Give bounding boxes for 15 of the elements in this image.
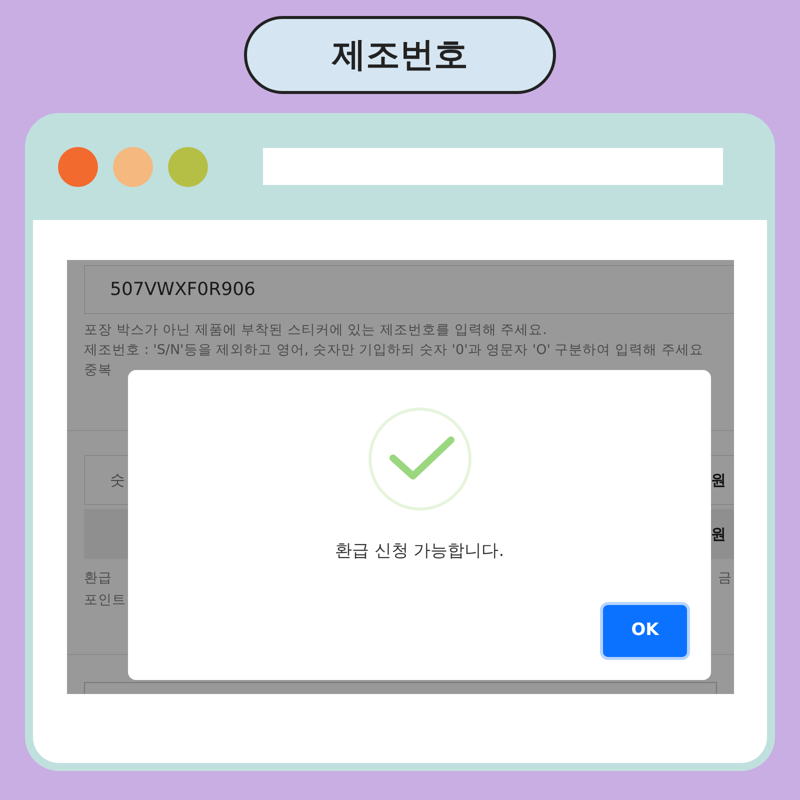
hint-text: 중복 bbox=[84, 361, 113, 380]
serial-field[interactable]: 507VWXF0R906 bbox=[84, 265, 734, 314]
dialog-message: 환급 신청 가능합니다. bbox=[334, 540, 504, 563]
note-text: 금 bbox=[718, 569, 732, 588]
unit-label: 원 bbox=[711, 524, 726, 545]
note-text: 포인트 bbox=[84, 591, 126, 610]
row-label: 숫 bbox=[110, 470, 125, 491]
hint-text: 제조번호 : 'S/N'등을 제외하고 영어, 숫자만 기입하되 숫자 '0'과 영문자 'O' 구분하여 입력해 주세요 bbox=[84, 341, 704, 360]
note-text: 환급 bbox=[84, 569, 112, 588]
hint-text: 포장 박스가 아닌 제품에 부착된 스티커에 있는 제조번호를 입력해 주세요. bbox=[84, 321, 548, 340]
ok-button[interactable]: OK bbox=[603, 604, 687, 656]
address-bar[interactable] bbox=[263, 148, 723, 185]
check-icon bbox=[366, 406, 472, 512]
title-badge: 제조번호 bbox=[244, 16, 556, 94]
unit-label: 원 bbox=[711, 470, 726, 491]
